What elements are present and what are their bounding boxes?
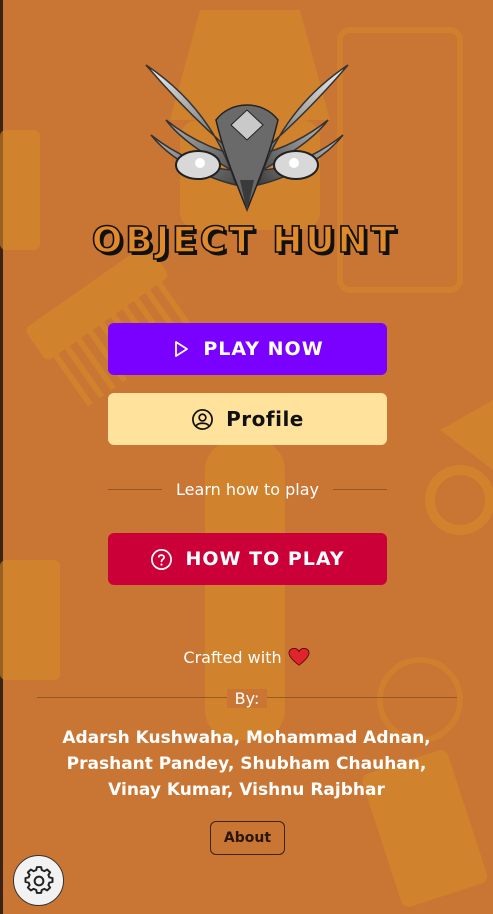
divider-line-right [332, 488, 387, 490]
authors-line-2: Prashant Pandey, Shubham Chauhan, [66, 754, 427, 774]
learn-text: Learn how to play [176, 479, 319, 499]
left-border [0, 0, 3, 914]
how-to-play-button[interactable]: HOW TO PLAY [108, 533, 387, 585]
gear-icon [24, 865, 53, 894]
authors-line-3: Vinay Kumar, Vishnu Rajbhar [108, 780, 385, 800]
crafted-with: Crafted with [0, 647, 493, 667]
crafted-with-text: Crafted with [183, 647, 282, 667]
by-text: By: [226, 688, 268, 708]
authors-line-1: Adarsh Kushwaha, Mohammad Adnan, [62, 728, 431, 748]
play-icon [175, 341, 189, 357]
about-button[interactable]: About [210, 821, 285, 855]
how-to-play-label: HOW TO PLAY [185, 548, 345, 570]
heart-icon [288, 647, 310, 666]
play-now-label: PLAY NOW [203, 338, 324, 360]
by-divider: By: [37, 687, 457, 709]
profile-button[interactable]: Profile [108, 393, 387, 445]
user-circle-icon [192, 408, 214, 430]
question-circle-icon [151, 548, 173, 570]
divider-line-left [108, 488, 163, 490]
learn-divider: Learn how to play [108, 478, 387, 500]
profile-label: Profile [226, 407, 304, 431]
authors-list: Adarsh Kushwaha, Mohammad Adnan, Prashan… [40, 725, 453, 803]
about-label: About [223, 830, 272, 846]
game-title: OBJECT HUNT OBJECT HUNT [91, 219, 399, 264]
game-title-text: OBJECT HUNT [92, 220, 399, 261]
play-now-button[interactable]: PLAY NOW [108, 323, 387, 375]
settings-button[interactable] [13, 855, 64, 906]
owl-logo [145, 64, 349, 213]
